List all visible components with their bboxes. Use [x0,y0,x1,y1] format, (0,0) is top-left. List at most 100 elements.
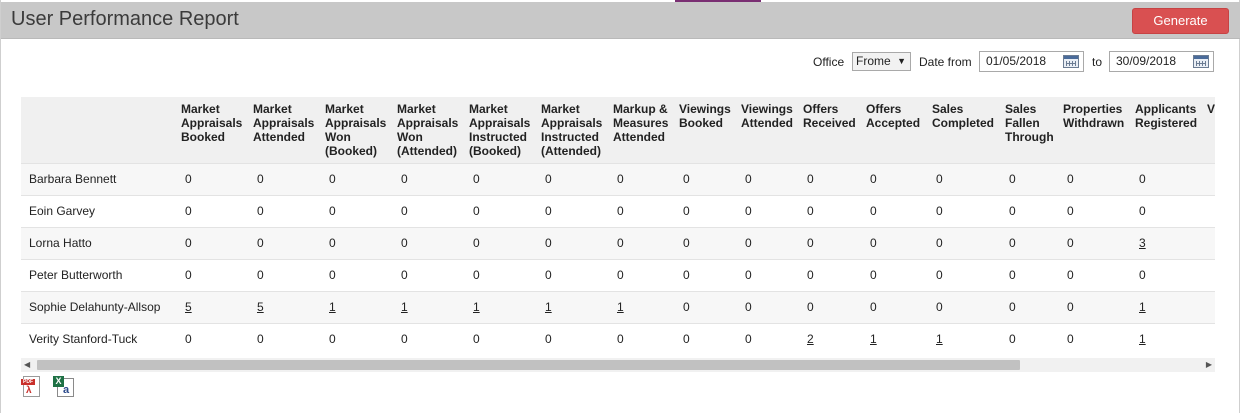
metric-cell: 0 [469,162,541,195]
column-header-label: Offers Accepted [866,102,921,130]
metric-cell [1207,290,1215,323]
metric-link[interactable]: 5 [257,300,264,314]
date-from-label: Date from [919,55,972,69]
metric-cell: 0 [1005,322,1063,355]
excel-export-icon[interactable]: X a [53,376,75,398]
table-row: Verity Stanford-Tuck 0 0 0 0 0 0 0 0 0 2 1 1 0 0 1 [21,322,1215,355]
column-header-label: Market Appraisals Won (Booked) [325,102,387,158]
column-header-label: Properties Withdrawn [1063,102,1125,130]
metric-link[interactable]: 1 [617,300,624,314]
metric-cell: 0 [679,162,741,195]
metric-cell: 0 [1135,162,1207,195]
column-header-label: Markup & Measures Attended [613,102,669,144]
column-header-label: Offers Received [803,102,856,130]
column-header: Properties Withdrawn [1063,97,1135,163]
pdf-export-icon[interactable]: PDF λ [21,376,43,398]
metric-cell: 3 [1135,226,1207,259]
metric-cell [1207,194,1215,227]
page-header: User Performance Report Generate [1,2,1240,39]
metric-cell: 0 [613,226,679,259]
column-header-label: Viewings Booked [679,102,731,130]
metric-cell: 0 [741,162,803,195]
column-header: Viewings Booked [679,97,741,163]
metric-cell: 0 [325,194,397,227]
metric-cell [1207,226,1215,259]
metric-link[interactable]: 1 [473,300,480,314]
metric-cell: 0 [181,322,253,355]
excel-a-glyph: a [63,384,70,396]
metric-cell: 0 [397,258,469,291]
metric-cell: 0 [613,194,679,227]
metric-link[interactable]: 1 [401,300,408,314]
table-header-row: Market Appraisals Booked Market Appraisal… [21,97,1215,163]
generate-button[interactable]: Generate [1132,8,1229,34]
date-from-input[interactable]: 01/05/2018 [979,51,1084,72]
metric-cell: 0 [253,226,325,259]
metric-cell: 0 [803,194,866,227]
metric-link[interactable]: 3 [1139,236,1146,250]
column-header-label: Market Appraisals Instructed (Attended) [541,102,603,158]
metric-cell [1207,322,1215,355]
calendar-icon[interactable] [1193,55,1209,68]
column-header: Applicants Registered [1135,97,1207,163]
metric-cell: 0 [866,290,932,323]
metric-cell: 0 [932,162,1005,195]
column-header-label: Market Appraisals Won (Attended) [397,102,459,158]
metric-cell: 0 [1135,194,1207,227]
metric-cell: 0 [181,226,253,259]
metric-cell: 0 [253,194,325,227]
calendar-icon[interactable] [1063,55,1079,68]
metric-cell: 0 [932,194,1005,227]
metric-link[interactable]: 1 [870,332,877,346]
metric-cell: 0 [541,226,613,259]
metric-cell: 0 [679,290,741,323]
metric-cell: 0 [325,162,397,195]
metric-cell: 0 [181,258,253,291]
metric-cell: 0 [181,162,253,195]
metric-link[interactable]: 1 [1139,300,1146,314]
metric-cell: 0 [741,322,803,355]
scroll-left-arrow-icon[interactable]: ◀ [24,360,30,369]
metric-cell: 0 [469,226,541,259]
metric-cell: 0 [803,162,866,195]
metric-link[interactable]: 1 [545,300,552,314]
horizontal-scrollbar[interactable]: ◀ ▶ [21,358,1215,372]
scrollbar-thumb[interactable] [37,360,1020,370]
metric-link[interactable]: 5 [185,300,192,314]
date-to-input[interactable]: 30/09/2018 [1109,51,1214,72]
column-header: Market Appraisals Booked [181,97,253,163]
metric-cell: 0 [1005,194,1063,227]
column-header: V C C [1207,97,1215,163]
metric-cell: 0 [1063,226,1135,259]
user-name-cell: Sophie Delahunty-Allsop [21,290,181,323]
metric-cell: 0 [325,258,397,291]
user-name-cell: Verity Stanford-Tuck [21,322,181,355]
metric-cell: 0 [181,194,253,227]
metric-link[interactable]: 1 [1139,332,1146,346]
metric-cell: 0 [1005,290,1063,323]
metric-cell: 0 [679,322,741,355]
user-name-cell: Lorna Hatto [21,226,181,259]
column-header: Market Appraisals Instructed (Attended) [541,97,613,163]
column-header: Market Appraisals Attended [253,97,325,163]
column-header-label: Sales Fallen Through [1005,102,1054,144]
metric-cell: 1 [469,290,541,323]
office-select[interactable]: Frome ▼ [852,52,911,71]
column-header: Market Appraisals Instructed (Booked) [469,97,541,163]
acrobat-glyph: λ [26,385,32,396]
metric-cell: 1 [1135,322,1207,355]
column-header: Sales Fallen Through [1005,97,1063,163]
metric-cell [1207,258,1215,291]
metric-cell: 0 [741,290,803,323]
metric-link[interactable]: 2 [807,332,814,346]
metric-cell: 0 [397,226,469,259]
scroll-right-arrow-icon[interactable]: ▶ [1206,360,1212,369]
metric-cell: 0 [1135,258,1207,291]
metric-cell: 0 [397,162,469,195]
metric-link[interactable]: 1 [329,300,336,314]
metric-cell: 0 [932,290,1005,323]
column-header-label: Market Appraisals Instructed (Booked) [469,102,531,158]
column-header: Market Appraisals Won (Attended) [397,97,469,163]
column-header-label: Applicants Registered [1135,102,1198,130]
metric-link[interactable]: 1 [936,332,943,346]
